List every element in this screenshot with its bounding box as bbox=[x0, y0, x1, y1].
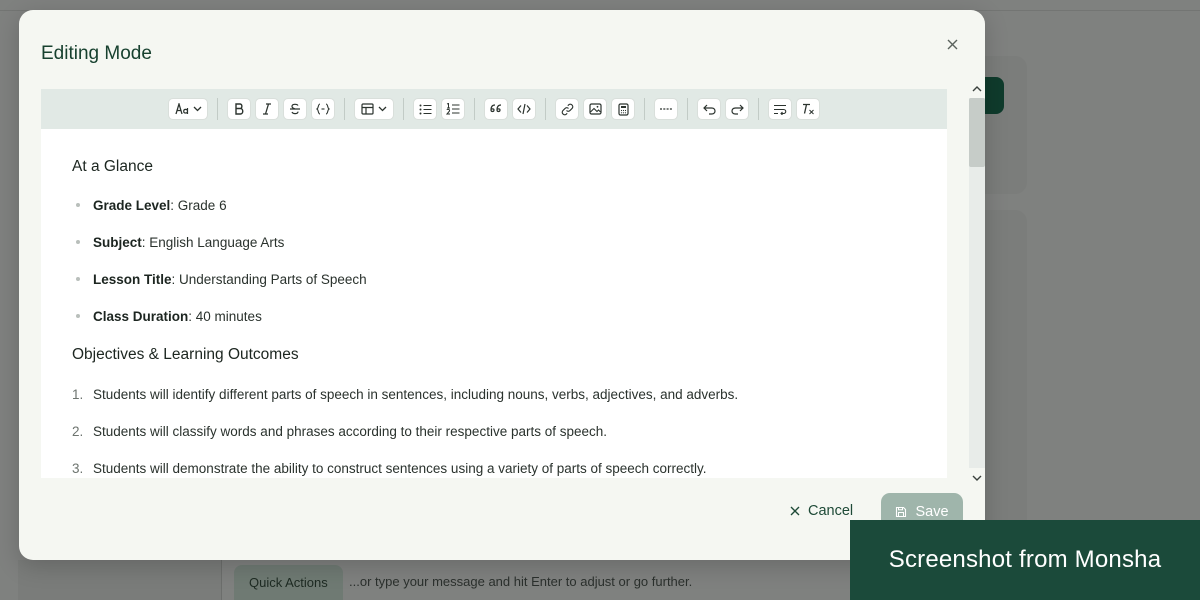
background-sidebar bbox=[18, 560, 222, 600]
close-icon bbox=[790, 506, 800, 516]
redo-icon bbox=[730, 104, 744, 115]
table-dropdown[interactable] bbox=[354, 98, 394, 120]
scroll-up-button[interactable] bbox=[971, 82, 983, 94]
list-item: Lesson Title : Understanding Parts of Sp… bbox=[72, 272, 367, 287]
numbered-item: 2. Students will classify words and phra… bbox=[72, 424, 607, 439]
list-item-label: Class Duration bbox=[93, 309, 189, 324]
watermark-banner: Screenshot from Monsha bbox=[850, 520, 1200, 600]
toolbar-separator bbox=[403, 98, 404, 120]
toolbar-separator bbox=[474, 98, 475, 120]
clear-formatting-button[interactable] bbox=[796, 98, 820, 120]
list-item: Subject : English Language Arts bbox=[72, 235, 284, 250]
chevron-down-icon bbox=[972, 475, 982, 481]
list-item: Grade Level : Grade 6 bbox=[72, 198, 227, 213]
cancel-label: Cancel bbox=[808, 503, 854, 519]
link-icon bbox=[561, 103, 573, 115]
calculator-button[interactable] bbox=[611, 98, 635, 120]
editor-scrollbar[interactable] bbox=[969, 82, 985, 481]
italic-button[interactable] bbox=[255, 98, 279, 120]
numbered-list-icon bbox=[446, 103, 460, 115]
list-item-label: Grade Level bbox=[93, 198, 171, 213]
redo-button[interactable] bbox=[725, 98, 749, 120]
link-button[interactable] bbox=[555, 98, 579, 120]
save-label: Save bbox=[915, 503, 949, 520]
text-style-icon bbox=[174, 103, 188, 115]
bullet-marker bbox=[76, 314, 80, 318]
bullet-marker bbox=[76, 203, 80, 207]
list-item-value: : Understanding Parts of Speech bbox=[171, 272, 367, 287]
code-icon bbox=[517, 103, 531, 115]
toolbar-separator bbox=[545, 98, 546, 120]
toolbar-separator bbox=[687, 98, 688, 120]
item-text: Students will demonstrate the ability to… bbox=[93, 461, 707, 476]
braces-icon bbox=[316, 103, 330, 115]
strikethrough-button[interactable] bbox=[283, 98, 307, 120]
background-action-button bbox=[985, 77, 1004, 114]
modal-title: Editing Mode bbox=[41, 43, 152, 64]
editor-toolbar bbox=[41, 89, 947, 129]
scroll-down-button[interactable] bbox=[971, 472, 983, 484]
table-icon bbox=[361, 103, 374, 115]
quick-actions-button: Quick Actions bbox=[234, 565, 343, 600]
horizontal-rule-button[interactable] bbox=[654, 98, 678, 120]
bullet-list-icon bbox=[419, 104, 431, 114]
toolbar-separator bbox=[344, 98, 345, 120]
image-button[interactable] bbox=[583, 98, 607, 120]
numbered-list-button[interactable] bbox=[441, 98, 465, 120]
clear-formatting-icon bbox=[803, 103, 814, 115]
list-item: Class Duration : 40 minutes bbox=[72, 309, 262, 324]
undo-button[interactable] bbox=[697, 98, 721, 120]
item-text: Students will classify words and phrases… bbox=[93, 424, 608, 439]
save-icon bbox=[896, 506, 907, 517]
chevron-up-icon bbox=[972, 85, 982, 91]
chevron-down-icon bbox=[193, 106, 201, 112]
close-icon bbox=[947, 39, 957, 49]
inline-code-button[interactable] bbox=[311, 98, 335, 120]
bullet-marker bbox=[76, 277, 80, 281]
cancel-button[interactable]: Cancel bbox=[790, 500, 853, 522]
list-item-value: : Grade 6 bbox=[170, 198, 227, 213]
close-button[interactable] bbox=[943, 35, 961, 53]
numbered-item: 1. Students will identify different part… bbox=[72, 387, 738, 402]
chevron-down-icon bbox=[378, 106, 387, 112]
text-wrap-button[interactable] bbox=[768, 98, 792, 120]
horizontal-rule-icon bbox=[660, 108, 672, 110]
scroll-thumb[interactable] bbox=[969, 98, 985, 167]
section-heading-objectives: Objectives & Learning Outcomes bbox=[72, 346, 299, 363]
bullet-list-button[interactable] bbox=[413, 98, 437, 120]
toolbar-separator bbox=[217, 98, 218, 120]
text-wrap-icon bbox=[774, 104, 787, 115]
item-number: 1. bbox=[72, 387, 84, 402]
code-block-button[interactable] bbox=[512, 98, 536, 120]
text-style-dropdown[interactable] bbox=[168, 98, 208, 120]
rich-text-editor[interactable]: At a Glance Grade Level : Grade 6 Subjec… bbox=[41, 129, 947, 478]
list-item-value: : English Language Arts bbox=[141, 235, 285, 250]
toolbar-separator bbox=[644, 98, 645, 120]
section-heading-at-a-glance: At a Glance bbox=[72, 158, 153, 175]
item-text: Students will identify different parts o… bbox=[93, 387, 739, 402]
list-item-label: Subject bbox=[93, 235, 142, 250]
italic-icon bbox=[263, 103, 271, 115]
toolbar-separator bbox=[758, 98, 759, 120]
quote-icon bbox=[490, 104, 502, 113]
bold-icon bbox=[235, 103, 244, 115]
strikethrough-icon bbox=[290, 103, 300, 115]
bold-button[interactable] bbox=[227, 98, 251, 120]
image-icon bbox=[588, 103, 602, 115]
blockquote-button[interactable] bbox=[484, 98, 508, 120]
numbered-item: 3. Students will demonstrate the ability… bbox=[72, 461, 707, 476]
editing-modal: Editing Mode At a Glance Grade Level: G… bbox=[19, 10, 985, 560]
calculator-icon bbox=[617, 102, 629, 116]
list-item-value: : 40 minutes bbox=[188, 309, 262, 324]
chat-input-hint: ...or type your message and hit Enter to… bbox=[349, 574, 693, 589]
bullet-marker bbox=[76, 240, 80, 244]
undo-icon bbox=[702, 104, 716, 115]
item-number: 2. bbox=[72, 424, 84, 439]
item-number: 3. bbox=[72, 461, 84, 476]
list-item-label: Lesson Title bbox=[93, 272, 172, 287]
